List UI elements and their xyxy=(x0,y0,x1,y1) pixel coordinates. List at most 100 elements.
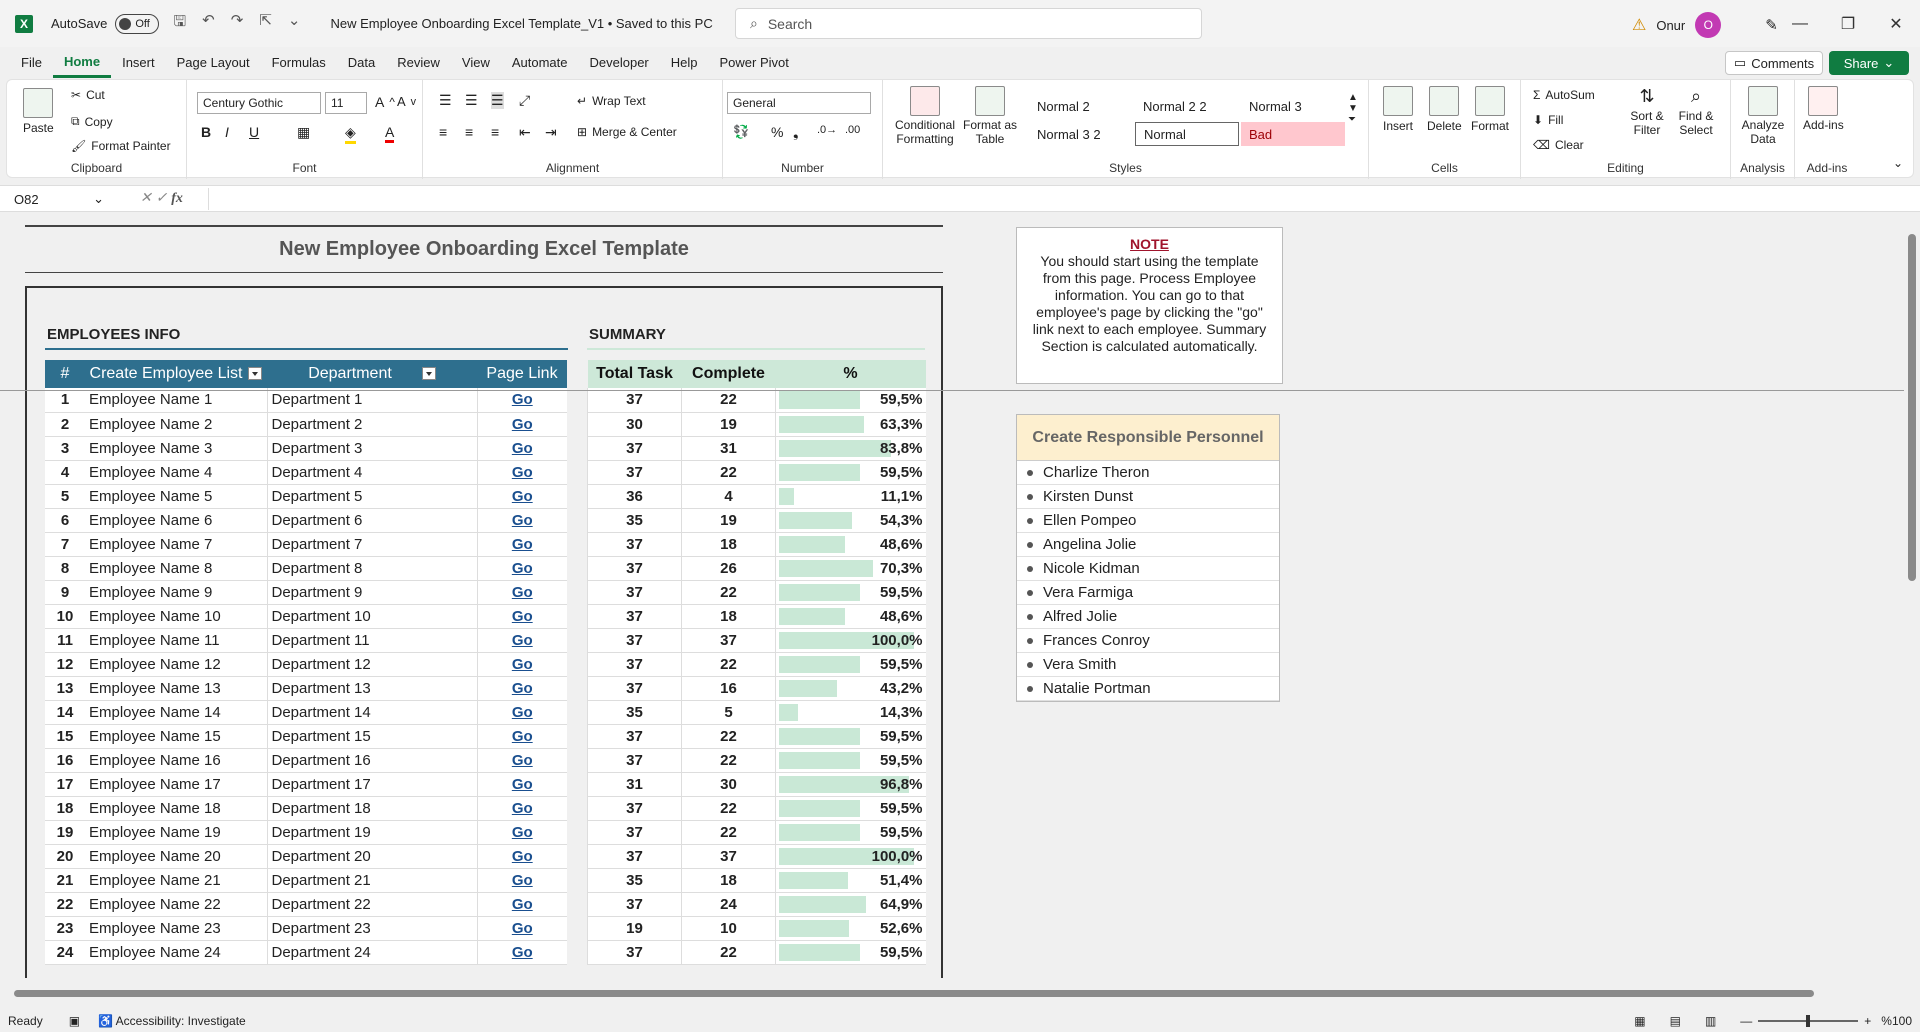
percent-cell[interactable]: 100,0% xyxy=(775,628,926,653)
department-cell[interactable]: Department 20 xyxy=(266,844,477,869)
department-cell[interactable]: Department 6 xyxy=(266,508,477,533)
comments-button[interactable]: ▭ Comments xyxy=(1725,51,1823,75)
complete-cell[interactable]: 22 xyxy=(681,796,776,821)
row-number[interactable]: 4 xyxy=(45,460,85,485)
format-cells-button[interactable]: Format xyxy=(1471,86,1509,133)
employee-name-cell[interactable]: Employee Name 1 xyxy=(85,388,267,413)
filter-dropdown-icon[interactable] xyxy=(421,367,436,381)
tab-home[interactable]: Home xyxy=(52,47,112,78)
percent-cell[interactable]: 59,5% xyxy=(775,388,926,413)
go-link[interactable]: Go xyxy=(476,412,567,437)
complete-cell[interactable]: 19 xyxy=(681,412,776,437)
complete-cell[interactable]: 26 xyxy=(681,556,776,581)
style-normal-3[interactable]: Normal 3 xyxy=(1241,94,1345,118)
horizontal-scroll-thumb[interactable] xyxy=(14,990,1814,997)
go-link[interactable]: Go xyxy=(476,580,567,605)
total-task-cell[interactable]: 19 xyxy=(587,916,682,941)
percent-cell[interactable]: 11,1% xyxy=(775,484,926,509)
minimize-icon[interactable]: — xyxy=(1776,0,1824,47)
complete-cell[interactable]: 22 xyxy=(681,460,776,485)
complete-cell[interactable]: 24 xyxy=(681,892,776,917)
department-cell[interactable]: Department 9 xyxy=(266,580,477,605)
user-name[interactable]: Onur xyxy=(1656,18,1685,33)
style-bad[interactable]: Bad xyxy=(1241,122,1345,146)
share-button[interactable]: Share ⌄ xyxy=(1829,51,1909,75)
percent-cell[interactable]: 59,5% xyxy=(775,724,926,749)
department-cell[interactable]: Department 13 xyxy=(266,676,477,701)
department-cell[interactable]: Department 8 xyxy=(266,556,477,581)
total-task-cell[interactable]: 37 xyxy=(587,628,682,653)
search-box[interactable]: ⌕ Search xyxy=(735,8,1202,39)
employee-name-cell[interactable]: Employee Name 6 xyxy=(85,508,267,533)
employee-name-cell[interactable]: Employee Name 5 xyxy=(85,484,267,509)
autosum-button[interactable]: Σ AutoSum xyxy=(1533,88,1595,102)
percent-cell[interactable]: 96,8% xyxy=(775,772,926,797)
zoom-level[interactable]: %100 xyxy=(1881,1014,1912,1028)
increase-indent-icon[interactable]: ⇥ xyxy=(545,124,557,141)
insert-cells-button[interactable]: Insert xyxy=(1383,86,1413,133)
italic-icon[interactable]: I xyxy=(225,124,229,140)
total-task-cell[interactable]: 37 xyxy=(587,940,682,965)
employee-name-cell[interactable]: Employee Name 23 xyxy=(85,916,267,941)
row-number[interactable]: 10 xyxy=(45,604,85,629)
styles-scroll-icon[interactable]: ▲ ▼ ⏷ xyxy=(1348,92,1358,125)
complete-cell[interactable]: 22 xyxy=(681,652,776,677)
department-cell[interactable]: Department 4 xyxy=(266,460,477,485)
total-task-cell[interactable]: 37 xyxy=(587,796,682,821)
complete-cell[interactable]: 22 xyxy=(681,724,776,749)
conditional-formatting-button[interactable]: Conditional Formatting xyxy=(895,86,955,146)
complete-cell[interactable]: 22 xyxy=(681,820,776,845)
percent-icon[interactable]: % xyxy=(771,124,783,140)
list-item[interactable]: Vera Smith xyxy=(1017,653,1279,677)
font-color-icon[interactable]: A xyxy=(385,124,395,143)
employee-name-cell[interactable]: Employee Name 22 xyxy=(85,892,267,917)
percent-cell[interactable]: 63,3% xyxy=(775,412,926,437)
total-task-cell[interactable]: 35 xyxy=(587,868,682,893)
style-normal-2[interactable]: Normal 2 xyxy=(1029,94,1133,118)
department-cell[interactable]: Department 24 xyxy=(266,940,477,965)
copy-button[interactable]: ⧉ Copy xyxy=(71,114,113,129)
department-cell[interactable]: Department 17 xyxy=(266,772,477,797)
percent-cell[interactable]: 100,0% xyxy=(775,844,926,869)
tab-review[interactable]: Review xyxy=(386,47,451,78)
employee-name-cell[interactable]: Employee Name 24 xyxy=(85,940,267,965)
complete-cell[interactable]: 5 xyxy=(681,700,776,725)
total-task-cell[interactable]: 37 xyxy=(587,460,682,485)
vertical-scroll-thumb[interactable] xyxy=(1908,234,1916,581)
complete-cell[interactable]: 37 xyxy=(681,844,776,869)
pointer-icon[interactable]: ⇱ xyxy=(259,11,272,36)
employee-name-cell[interactable]: Employee Name 8 xyxy=(85,556,267,581)
total-task-cell[interactable]: 35 xyxy=(587,700,682,725)
employee-name-cell[interactable]: Employee Name 21 xyxy=(85,868,267,893)
total-task-cell[interactable]: 37 xyxy=(587,748,682,773)
list-item[interactable]: Nicole Kidman xyxy=(1017,557,1279,581)
function-icon[interactable]: fx xyxy=(171,191,183,206)
total-task-cell[interactable]: 37 xyxy=(587,604,682,629)
percent-cell[interactable]: 51,4% xyxy=(775,868,926,893)
total-task-cell[interactable]: 35 xyxy=(587,508,682,533)
orientation-icon[interactable]: ⤢ xyxy=(519,92,530,109)
employee-name-cell[interactable]: Employee Name 2 xyxy=(85,412,267,437)
employee-name-cell[interactable]: Employee Name 7 xyxy=(85,532,267,557)
borders-icon[interactable]: ▦ xyxy=(297,124,310,141)
redo-icon[interactable]: ↷ xyxy=(231,11,244,36)
employee-name-cell[interactable]: Employee Name 12 xyxy=(85,652,267,677)
tab-view[interactable]: View xyxy=(451,47,501,78)
row-number[interactable]: 23 xyxy=(45,916,85,941)
merge-center-button[interactable]: ⊞ Merge & Center xyxy=(577,125,677,139)
total-task-cell[interactable]: 37 xyxy=(587,580,682,605)
collapse-ribbon-icon[interactable]: ⌄ xyxy=(1893,156,1903,170)
cut-button[interactable]: ✂ Cut xyxy=(71,88,105,102)
number-format-select[interactable]: General xyxy=(727,92,871,114)
tab-insert[interactable]: Insert xyxy=(111,47,166,78)
go-link[interactable]: Go xyxy=(476,940,567,965)
department-cell[interactable]: Department 12 xyxy=(266,652,477,677)
department-cell[interactable]: Department 15 xyxy=(266,724,477,749)
go-link[interactable]: Go xyxy=(476,676,567,701)
percent-cell[interactable]: 59,5% xyxy=(775,796,926,821)
department-cell[interactable]: Department 5 xyxy=(266,484,477,509)
format-painter-button[interactable]: 🖌 Format Painter xyxy=(71,139,171,153)
go-link[interactable]: Go xyxy=(476,748,567,773)
delete-cells-button[interactable]: Delete xyxy=(1427,86,1462,133)
row-number[interactable]: 15 xyxy=(45,724,85,749)
